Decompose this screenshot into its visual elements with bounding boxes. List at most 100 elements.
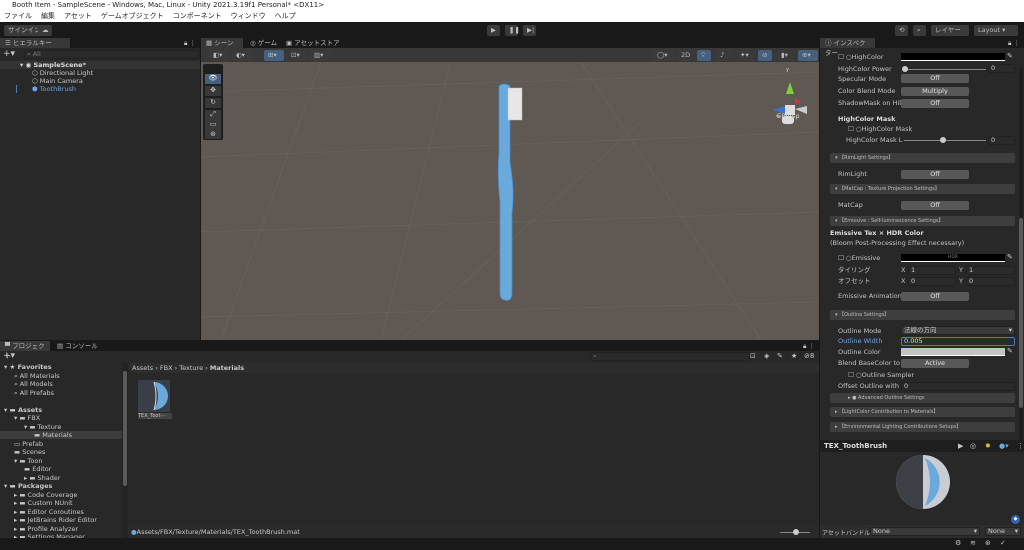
add-asset-button[interactable]: +▾ [3,351,15,361]
menu-window[interactable]: ウィンドウ [231,12,266,20]
transform-tool-icon[interactable]: ⊛ [205,130,221,139]
shadowmask-toggle[interactable]: Off [901,99,969,108]
hierarchy-search-input[interactable]: ⌕ All [24,50,199,59]
layout-dropdown[interactable]: Layout ▾ [974,25,1018,36]
asset-label-icon[interactable]: ◆ [1011,515,1020,524]
breadcrumb-assets[interactable]: Assets [132,364,153,372]
project-tree-item[interactable]: ▸ ▬ Custom NUnit [0,499,122,507]
project-tree-item[interactable]: ▸ ▬ JetBrains Rider Editor [0,516,122,524]
outline-color-swatch[interactable] [901,348,1005,356]
project-tree-item[interactable]: ⌕ All Materials [0,372,122,380]
tab-project[interactable]: ▀ プロジェクト [0,341,50,360]
progress-icon[interactable]: ⊛ [985,539,991,547]
preview-menu-icon[interactable]: ⋮ [1017,442,1024,450]
assetbundle-name-dropdown[interactable]: None ▾ [870,527,980,536]
menu-help[interactable]: ヘルプ [275,12,296,20]
breadcrumb-materials[interactable]: Materials [210,364,244,372]
label-icon[interactable]: ✎ [777,352,783,360]
pause-button[interactable]: ❚❚ [505,25,520,36]
slider-handle[interactable] [940,137,946,143]
camera-settings-button[interactable]: ▮▾ [777,50,795,61]
highcolor-mask-l-field[interactable]: 0 [988,136,1015,145]
eyedropper-icon[interactable]: ✎ [1007,253,1013,261]
audio-toggle[interactable]: ♪ [716,50,730,61]
menu-component[interactable]: コンポーネント [173,12,222,20]
history-icon[interactable]: ⟲ [895,25,908,36]
eyedropper-icon[interactable]: ✎ [1007,52,1013,60]
advanced-outline-section[interactable]: ▸ ● Advanced Outline Settings [830,393,1015,403]
scale-tool-icon[interactable]: ⤢ [205,110,221,120]
preview-shape-icon[interactable]: ◎ [970,442,976,450]
asset-tile[interactable]: TEX_Toot··· [138,380,172,422]
debug-icon[interactable]: ⚙︎ [955,539,961,547]
outline-width-field[interactable]: 0.005 [901,337,1015,346]
preview-play-icon[interactable]: ▶ [958,442,963,450]
tab-hierarchy[interactable]: ☰ ヒエラルキー [0,38,70,48]
blend-basecolor-toggle[interactable]: Active [901,359,969,368]
tab-inspector[interactable]: ⓘ インスペクター [820,38,875,57]
offset-y-field[interactable]: 0 [966,277,1015,286]
tab-console[interactable]: ▤ コンソール [52,341,103,351]
search-by-label-icon[interactable]: ◈ [764,352,769,360]
emissive-section[interactable]: ▾ 【Emissive : Self-luminescence Settings… [830,216,1015,226]
search-icon[interactable]: ⌕ [913,25,926,36]
project-tree-item[interactable]: ▸ ▬ Shader [0,474,122,482]
menu-assets[interactable]: アセット [64,12,92,20]
render-mode-button[interactable]: ◐▾ [232,50,252,61]
offset-x-field[interactable]: 0 [908,277,956,286]
hierarchy-item-selected[interactable]: ⬢ ToothBrush [0,85,200,93]
add-button[interactable]: +▾ [3,50,15,59]
project-tree-item[interactable]: ▾ ▬ Packages [0,482,122,490]
projection-label[interactable]: ⋹Persp [776,112,800,120]
project-tree-item[interactable]: ▬ Editor [0,465,122,473]
highcolor-row[interactable]: ☐ ○HighColor [838,52,884,62]
assetbundle-variant-dropdown[interactable]: None ▾ [985,527,1021,536]
tab-asset-store[interactable]: ▣ アセットストア [281,38,345,48]
scene-viewport[interactable]: ⋹Persp y 👁︎ ✥ ↻ ⤢ ▭ ⊛ [201,62,819,340]
increment-snap-button[interactable]: ▥▾ [310,50,330,61]
offset-outline-field[interactable]: 0 [901,382,1015,391]
lightcolor-section[interactable]: ▸ 【LightColor Contribution to Materials】 [830,407,1015,417]
tab-game[interactable]: ◎ ゲーム [245,38,282,48]
view-tool-icon[interactable]: 👁︎ [205,74,221,84]
breadcrumb-fbx[interactable]: FBX [160,364,173,372]
rect-tool-icon[interactable]: ▭ [205,120,221,130]
breadcrumb-texture[interactable]: Texture [179,364,203,372]
hidden-packages-icon[interactable]: ⊘8 [804,352,814,360]
hidden-objects-toggle[interactable]: ⊘ [758,50,772,61]
search-by-type-icon[interactable]: ⊡ [750,352,756,360]
slider-handle[interactable] [793,529,799,535]
project-tree-item[interactable]: ▸ ▬ Code Coverage [0,491,122,499]
lighting-toggle[interactable]: 💡︎ [697,50,711,61]
inspector-scrollbar[interactable] [1019,68,1023,440]
menu-edit[interactable]: 編集 [41,12,55,20]
tiling-y-field[interactable]: 1 [966,266,1015,275]
project-tree-item[interactable]: ⌕ All Models [0,380,122,388]
gizmos-button[interactable]: ⊕▾ [798,50,818,61]
eyedropper-icon[interactable]: ✎ [1007,347,1013,355]
snap-button[interactable]: ⊡▾ [287,50,307,61]
matcap-section[interactable]: ▾ 【MatCap : Texture Projection Settings】 [830,184,1015,194]
project-tree-item[interactable]: ▾ ▬ FBX [0,414,122,422]
outline-mode-dropdown[interactable]: 法線の方向 ▾ [901,326,1015,335]
emissive-animation-toggle[interactable]: Off [901,292,969,301]
menu-file[interactable]: ファイル [4,12,32,20]
2d-toggle[interactable]: 2D [677,50,691,61]
hierarchy-item[interactable]: ⬡ Main Camera [0,77,200,85]
cloud-icon[interactable]: ☁ [38,25,52,36]
color-blend-mode-toggle[interactable]: Multiply [901,87,969,96]
slider-handle[interactable] [902,66,908,72]
grid-snap-button[interactable]: ⊞▾ [264,50,284,61]
project-tree-item[interactable]: ▸ ▬ Editor Coroutines [0,508,122,516]
project-tree-item[interactable]: ▬ Scenes [0,448,122,456]
highcolor-power-slider[interactable] [904,69,986,70]
project-tree-item[interactable]: ▬ Materials [0,431,122,439]
project-tree-item[interactable]: ▭ Prefab [0,440,122,448]
highcolor-mask-row[interactable]: ☐ ○HighColor Mask [848,124,912,134]
scene-root[interactable]: ▾ ◉ SampleScene* [0,61,200,69]
material-preview-sphere[interactable] [895,454,951,510]
favorite-star-icon[interactable]: ★ [791,352,797,360]
layers-dropdown[interactable]: レイヤー ▾ [931,25,969,45]
move-tool-icon[interactable]: ✥ [205,86,221,96]
rimlight-toggle[interactable]: Off [901,170,969,179]
